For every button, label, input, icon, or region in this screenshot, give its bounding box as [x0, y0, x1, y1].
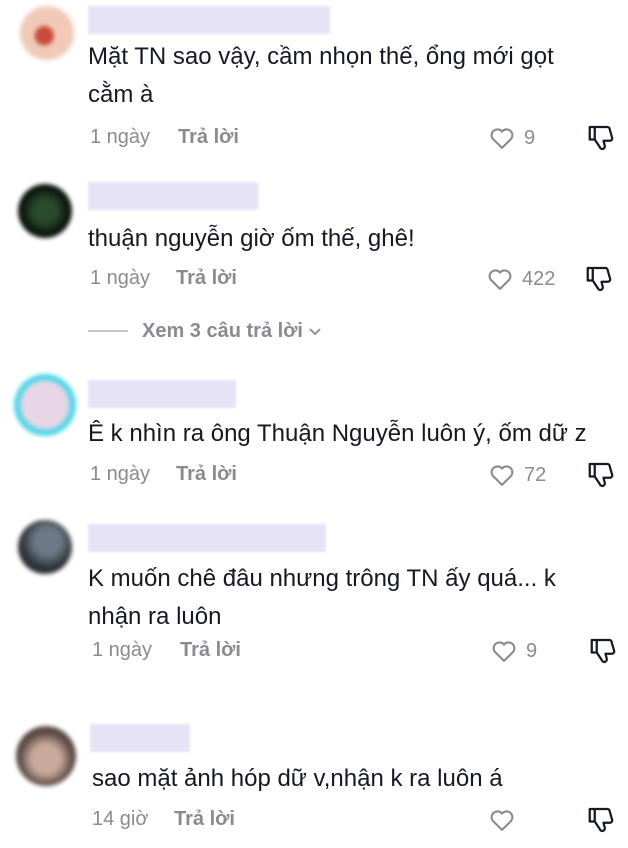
comment-time: 1 ngày [90, 267, 151, 289]
avatar[interactable] [16, 726, 76, 786]
like-count: 9 [524, 127, 536, 149]
heart-outline-icon[interactable] [490, 637, 518, 665]
thumbs-down-outline-icon[interactable] [586, 122, 616, 152]
comment-time: 1 ngày [90, 463, 151, 485]
thumbs-down-outline-icon[interactable] [586, 804, 616, 834]
username-redacted [88, 524, 326, 552]
view-replies-label: Xem 3 câu trả lời [142, 319, 303, 342]
thumbs-down-outline-icon[interactable] [588, 635, 618, 665]
thumbs-down-outline-icon[interactable] [584, 263, 614, 293]
username-redacted [90, 724, 190, 752]
comment-text: Ê k nhìn ra ông Thuận Nguyễn luôn ý, ốm … [88, 420, 587, 447]
like-count: 422 [522, 268, 556, 290]
like-count: 72 [524, 464, 547, 486]
username-redacted [88, 6, 330, 34]
comment-text: Mặt TN sao vậy, cầm nhọn thế, ổng mới gọ… [88, 43, 554, 108]
heart-outline-icon[interactable] [488, 461, 516, 489]
reply-button[interactable]: Trả lời [176, 463, 237, 486]
comment-time: 1 ngày [90, 126, 151, 148]
chevron-down-icon [309, 328, 321, 336]
heart-outline-icon[interactable] [488, 124, 516, 152]
comment-text: K muốn chê đâu nhưng trông TN ấy quá... … [88, 565, 556, 630]
reply-button[interactable]: Trả lời [178, 126, 239, 149]
view-replies-button[interactable]: Xem 3 câu trả lời [88, 318, 323, 344]
username-redacted [88, 380, 236, 408]
heart-outline-icon[interactable] [486, 265, 514, 293]
avatar[interactable] [18, 520, 72, 574]
comment-text: thuận nguyễn giờ ốm thế, ghê! [88, 225, 415, 252]
reply-button[interactable]: Trả lời [176, 267, 237, 290]
comment-time: 14 giờ [92, 808, 149, 830]
comment-text: sao mặt ảnh hóp dữ v,nhận k ra luôn á [92, 765, 503, 792]
reply-button[interactable]: Trả lời [174, 808, 235, 831]
username-redacted [88, 182, 258, 210]
thumbs-down-outline-icon[interactable] [586, 459, 616, 489]
avatar[interactable] [20, 6, 74, 60]
avatar[interactable] [14, 374, 76, 436]
divider-line [88, 330, 128, 332]
heart-outline-icon[interactable] [488, 806, 516, 834]
avatar[interactable] [18, 184, 72, 238]
like-count: 9 [526, 640, 538, 662]
comment-time: 1 ngày [92, 639, 153, 661]
reply-button[interactable]: Trả lời [180, 639, 241, 662]
